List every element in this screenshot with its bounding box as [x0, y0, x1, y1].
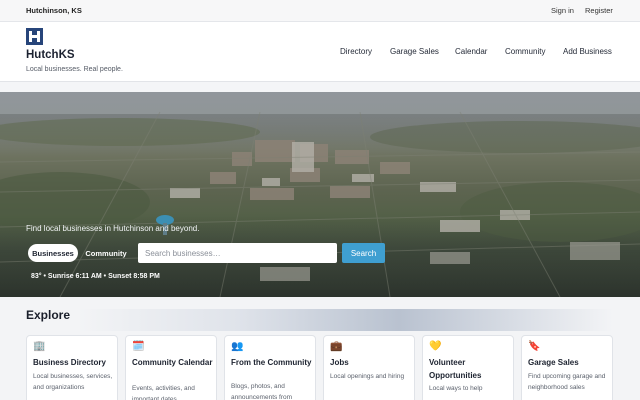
card-volunteer-opportunities[interactable]: 💛 Volunteer Opportunities Local ways to … [422, 335, 514, 400]
card-description: Blogs, photos, and announcements from [231, 383, 293, 400]
card-title: Volunteer Opportunities [429, 358, 482, 380]
nav-community[interactable]: Community [505, 47, 545, 56]
tab-businesses[interactable]: Businesses [28, 244, 78, 262]
hero-headline: Find local businesses in Hutchinson and … [26, 224, 200, 233]
sign-in-link[interactable]: Sign in [551, 6, 574, 15]
card-description: Local ways to help [429, 385, 483, 392]
search-button[interactable]: Search [342, 243, 385, 263]
nav-garage-sales[interactable]: Garage Sales [390, 47, 439, 56]
card-title: From the Community [231, 358, 312, 367]
card-description: Local openings and hiring [330, 373, 405, 380]
card-community-calendar[interactable]: 🗓️ Community Calendar Events, activities… [125, 335, 217, 400]
card-title: Business Directory [33, 358, 106, 367]
card-title: Garage Sales [528, 358, 579, 367]
card-from-the-community[interactable]: 👥 From the Community Blogs, photos, and … [224, 335, 316, 400]
card-description: Local businesses, services, and organiza… [33, 373, 113, 391]
explore-title: Explore [26, 308, 71, 322]
people-icon: 👥 [231, 341, 244, 352]
site-tagline: Local businesses. Real people. [26, 66, 123, 73]
site-name[interactable]: HutchKS [26, 49, 75, 61]
card-business-directory[interactable]: 🏢 Business Directory Local businesses, s… [26, 335, 118, 400]
hero-banner: Find local businesses in Hutchinson and … [0, 92, 640, 297]
hutchks-logo-icon[interactable] [26, 28, 43, 45]
weather-info: 83° • Sunrise 6:11 AM • Sunset 8:58 PM [31, 273, 160, 280]
card-description: Find upcoming garage and neighborhood sa… [528, 373, 606, 391]
nav-add-business[interactable]: Add Business [563, 47, 612, 56]
register-link[interactable]: Register [585, 6, 613, 15]
utility-bar: Hutchinson, KS Sign in Register [0, 0, 640, 22]
briefcase-icon: 💼 [330, 341, 343, 352]
card-jobs[interactable]: 💼 Jobs Local openings and hiring [323, 335, 415, 400]
nav-calendar[interactable]: Calendar [455, 47, 487, 56]
tab-community[interactable]: Community [82, 244, 130, 262]
card-title: Jobs [330, 358, 349, 367]
search-input[interactable] [138, 243, 337, 263]
location-label: Hutchinson, KS [26, 6, 82, 15]
nav-directory[interactable]: Directory [340, 47, 372, 56]
calendar-icon: 🗓️ [132, 341, 145, 352]
card-title: Community Calendar [132, 358, 213, 367]
card-description: Events, activities, and important dates [132, 385, 195, 400]
heart-icon: 💛 [429, 341, 442, 352]
card-garage-sales[interactable]: 🔖 Garage Sales Find upcoming garage and … [521, 335, 613, 400]
site-header: HutchKS Local businesses. Real people. D… [0, 22, 640, 82]
building-icon: 🏢 [33, 341, 46, 352]
aerial-city-photo [0, 92, 640, 297]
tag-icon: 🔖 [528, 341, 541, 352]
explore-divider [78, 309, 613, 331]
